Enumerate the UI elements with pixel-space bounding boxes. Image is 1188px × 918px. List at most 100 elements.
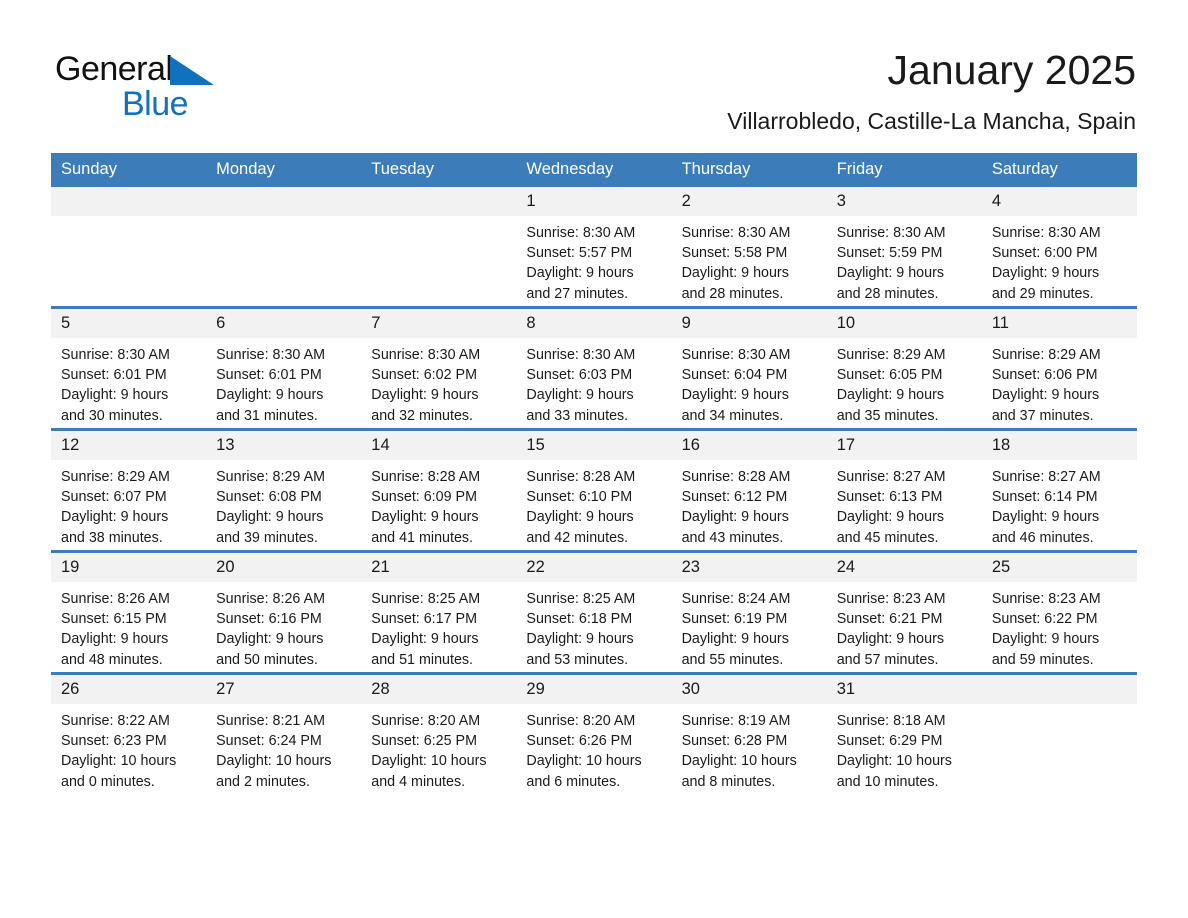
day-daylight-line1-text: Daylight: 9 hours — [371, 631, 479, 648]
day-daylight-line2-text: and 53 minutes. — [526, 651, 629, 668]
day-number: 28 — [361, 675, 517, 704]
day-daylight-line2-text: and 4 minutes. — [371, 773, 466, 790]
calendar-day-cell[interactable]: 6 Sunrise: 8:30 AM Sunset: 6:01 PM Daylight… — [206, 306, 362, 430]
day-details: Sunrise: 8:29 AM Sunset: 6:06 PM Daylight:… — [982, 338, 1137, 426]
day-sunrise-text: Sunrise: 8:30 AM — [61, 347, 170, 363]
calendar-day-cell[interactable]: 28 Sunrise: 8:20 AM Sunset: 6:25 PM Dayligh… — [361, 672, 517, 794]
day-sunrise-text: Sunrise: 8:28 AM — [526, 469, 636, 485]
calendar-day-cell[interactable]: 30 Sunrise: 8:19 AM Sunset: 6:28 PM Dayligh… — [671, 672, 827, 794]
calendar-day-cell[interactable]: 21 Sunrise: 8:25 AM Sunset: 6:17 PM Dayligh… — [361, 550, 517, 674]
calendar-day-cell[interactable]: 11 Sunrise: 8:29 AM Sunset: 6:06 PM Dayligh… — [981, 306, 1137, 430]
day-daylight-line1-text: Daylight: 9 hours — [371, 387, 479, 404]
calendar-day-cell[interactable]: 20 Sunrise: 8:26 AM Sunset: 6:16 PM Dayligh… — [206, 550, 362, 674]
calendar-day-cell[interactable]: 3 Sunrise: 8:30 AM Sunset: 5:59 PM Daylight… — [826, 187, 982, 308]
weekday-header-saturday: Saturday — [981, 153, 1137, 187]
calendar-day-cell[interactable]: 10 Sunrise: 8:29 AM Sunset: 6:05 PM Dayligh… — [826, 306, 982, 430]
day-number: 10 — [826, 309, 982, 338]
day-daylight-line1-text: Daylight: 9 hours — [836, 265, 944, 282]
day-number: 15 — [516, 431, 672, 460]
calendar-day-cell[interactable]: 15 Sunrise: 8:28 AM Sunset: 6:10 PM Dayligh… — [516, 428, 672, 552]
calendar-table: Sunday Monday Tuesday Wednesday Thursday… — [51, 153, 1137, 794]
day-details: Sunrise: 8:30 AM Sunset: 6:01 PM Daylight:… — [51, 338, 206, 426]
calendar-day-cell[interactable]: 12 Sunrise: 8:29 AM Sunset: 6:07 PM Dayligh… — [51, 428, 207, 552]
day-daylight-line2-text: and 39 minutes. — [216, 529, 318, 546]
calendar-day-cell[interactable]: 26 Sunrise: 8:22 AM Sunset: 6:23 PM Dayligh… — [51, 672, 207, 794]
title-block: January 2025 Villarrobledo, Castille-La … — [727, 44, 1136, 136]
day-daylight-line1-text: Daylight: 9 hours — [681, 387, 789, 404]
calendar-day-cell[interactable]: 22 Sunrise: 8:25 AM Sunset: 6:18 PM Dayligh… — [516, 550, 672, 674]
day-sunset-text: Sunset: 6:01 PM — [61, 367, 167, 384]
day-details: Sunrise: 8:25 AM Sunset: 6:18 PM Daylight:… — [516, 582, 671, 670]
day-sunset-text: Sunset: 6:17 PM — [371, 611, 477, 628]
day-details: Sunrise: 8:30 AM Sunset: 5:59 PM Daylight:… — [827, 216, 982, 304]
calendar-day-cell[interactable]: 8 Sunrise: 8:30 AM Sunset: 6:03 PM Daylight… — [516, 306, 672, 430]
day-daylight-line1-text: Daylight: 10 hours — [216, 753, 332, 770]
day-sunset-text: Sunset: 5:57 PM — [526, 245, 633, 262]
day-sunset-text: Sunset: 6:23 PM — [61, 733, 167, 750]
brand-logo[interactable]: General Blue — [55, 44, 255, 121]
day-sunset-text: Sunset: 6:19 PM — [681, 611, 788, 628]
calendar-day-cell-empty — [206, 187, 362, 308]
day-sunrise-text: Sunrise: 8:30 AM — [836, 225, 946, 241]
day-number: 4 — [981, 187, 1137, 216]
day-number: 8 — [516, 309, 672, 338]
calendar-day-cell[interactable]: 17 Sunrise: 8:27 AM Sunset: 6:13 PM Dayligh… — [826, 428, 982, 552]
day-sunrise-text: Sunrise: 8:30 AM — [681, 347, 791, 363]
calendar-day-cell-empty — [361, 187, 517, 308]
day-details: Sunrise: 8:20 AM Sunset: 6:26 PM Daylight:… — [516, 704, 671, 792]
day-sunset-text: Sunset: 6:16 PM — [216, 611, 322, 628]
calendar-day-cell[interactable]: 14 Sunrise: 8:28 AM Sunset: 6:09 PM Dayligh… — [361, 428, 517, 552]
day-daylight-line1-text: Daylight: 9 hours — [526, 265, 634, 282]
weekday-header-monday: Monday — [206, 153, 362, 187]
day-sunset-text: Sunset: 5:58 PM — [681, 245, 788, 262]
calendar-day-cell[interactable]: 27 Sunrise: 8:21 AM Sunset: 6:24 PM Dayligh… — [206, 672, 362, 794]
day-sunrise-text: Sunrise: 8:24 AM — [681, 591, 791, 607]
day-daylight-line2-text: and 8 minutes. — [681, 773, 776, 790]
calendar-day-cell[interactable]: 24 Sunrise: 8:23 AM Sunset: 6:21 PM Dayligh… — [826, 550, 982, 674]
day-sunrise-text: Sunrise: 8:25 AM — [526, 591, 636, 607]
day-sunrise-text: Sunrise: 8:29 AM — [836, 347, 946, 363]
day-daylight-line1-text: Daylight: 9 hours — [991, 509, 1100, 526]
calendar-day-cell[interactable]: 2 Sunrise: 8:30 AM Sunset: 5:58 PM Daylight… — [671, 187, 827, 308]
day-sunset-text: Sunset: 6:21 PM — [836, 611, 943, 628]
calendar-day-cell[interactable]: 9 Sunrise: 8:30 AM Sunset: 6:04 PM Daylight… — [671, 306, 827, 430]
day-number: 22 — [516, 553, 672, 582]
day-daylight-line2-text: and 59 minutes. — [991, 651, 1094, 668]
day-details: Sunrise: 8:23 AM Sunset: 6:22 PM Daylight:… — [982, 582, 1137, 670]
day-sunrise-text: Sunrise: 8:21 AM — [216, 713, 326, 729]
day-daylight-line2-text: and 31 minutes. — [216, 407, 318, 424]
calendar-day-cell[interactable]: 25 Sunrise: 8:23 AM Sunset: 6:22 PM Dayligh… — [981, 550, 1137, 674]
day-number: 6 — [206, 309, 362, 338]
calendar-day-cell[interactable]: 1 Sunrise: 8:30 AM Sunset: 5:57 PM Daylight… — [516, 187, 672, 308]
calendar-day-cell[interactable]: 5 Sunrise: 8:30 AM Sunset: 6:01 PM Daylight… — [51, 306, 207, 430]
day-daylight-line2-text: and 41 minutes. — [371, 529, 474, 546]
calendar-day-cell[interactable]: 18 Sunrise: 8:27 AM Sunset: 6:14 PM Dayligh… — [981, 428, 1137, 552]
day-number: 24 — [826, 553, 982, 582]
day-daylight-line1-text: Daylight: 9 hours — [836, 387, 944, 404]
weekday-header-tuesday: Tuesday — [361, 153, 517, 187]
day-daylight-line1-text: Daylight: 10 hours — [61, 753, 177, 770]
calendar-day-cell[interactable]: 16 Sunrise: 8:28 AM Sunset: 6:12 PM Dayligh… — [671, 428, 827, 552]
day-sunset-text: Sunset: 5:59 PM — [836, 245, 943, 262]
calendar-week-row: 19 Sunrise: 8:26 AM Sunset: 6:15 PM Dayligh… — [51, 550, 1137, 674]
day-daylight-line2-text: and 50 minutes. — [216, 651, 318, 668]
day-number — [361, 187, 517, 216]
calendar-day-cell[interactable]: 7 Sunrise: 8:30 AM Sunset: 6:02 PM Daylight… — [361, 306, 517, 430]
calendar-day-cell[interactable]: 19 Sunrise: 8:26 AM Sunset: 6:15 PM Dayligh… — [51, 550, 207, 674]
calendar-day-cell[interactable]: 29 Sunrise: 8:20 AM Sunset: 6:26 PM Dayligh… — [516, 672, 672, 794]
day-sunset-text: Sunset: 6:15 PM — [61, 611, 167, 628]
day-sunset-text: Sunset: 6:26 PM — [526, 733, 633, 750]
day-sunrise-text: Sunrise: 8:30 AM — [526, 347, 636, 363]
calendar-day-cell[interactable]: 23 Sunrise: 8:24 AM Sunset: 6:19 PM Dayligh… — [671, 550, 827, 674]
day-number: 23 — [671, 553, 827, 582]
calendar-day-cell[interactable]: 13 Sunrise: 8:29 AM Sunset: 6:08 PM Dayligh… — [206, 428, 362, 552]
day-daylight-line1-text: Daylight: 9 hours — [681, 631, 789, 648]
calendar-day-cell[interactable]: 31 Sunrise: 8:18 AM Sunset: 6:29 PM Dayligh… — [826, 672, 982, 794]
day-daylight-line2-text: and 6 minutes. — [526, 773, 621, 790]
day-sunrise-text: Sunrise: 8:27 AM — [836, 469, 946, 485]
day-daylight-line1-text: Daylight: 9 hours — [526, 509, 634, 526]
calendar-day-cell[interactable]: 4 Sunrise: 8:30 AM Sunset: 6:00 PM Daylight… — [981, 187, 1137, 308]
day-sunrise-text: Sunrise: 8:26 AM — [61, 591, 170, 607]
day-number: 30 — [671, 675, 827, 704]
page-header: General Blue January 2025 Villarrobledo,… — [0, 0, 1188, 136]
